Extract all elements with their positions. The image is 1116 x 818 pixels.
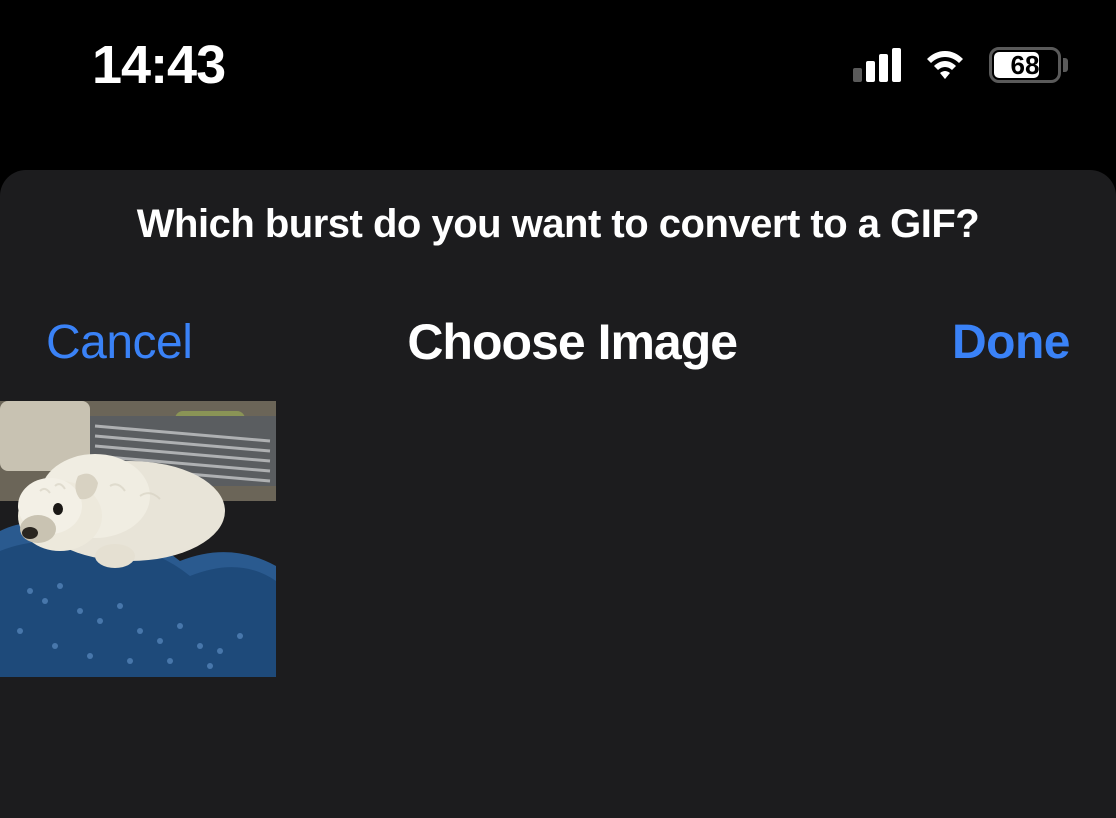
photo-grid xyxy=(0,401,1116,677)
battery-icon: 68 xyxy=(989,47,1068,83)
cellular-icon xyxy=(853,48,901,82)
status-time: 14:43 xyxy=(92,34,225,96)
picker-sheet: Which burst do you want to convert to a … xyxy=(0,170,1116,818)
battery-percent: 68 xyxy=(1011,50,1040,81)
nav-bar: Cancel Choose Image Done xyxy=(0,267,1116,401)
status-bar: 14:43 68 xyxy=(0,0,1116,130)
cancel-button[interactable]: Cancel xyxy=(46,315,192,370)
photo-thumbnail[interactable] xyxy=(0,401,276,677)
prompt-text: Which burst do you want to convert to a … xyxy=(0,170,1116,267)
page-title: Choose Image xyxy=(407,313,737,371)
done-button[interactable]: Done xyxy=(952,315,1070,370)
wifi-icon xyxy=(921,47,969,83)
status-icons: 68 xyxy=(853,47,1068,83)
